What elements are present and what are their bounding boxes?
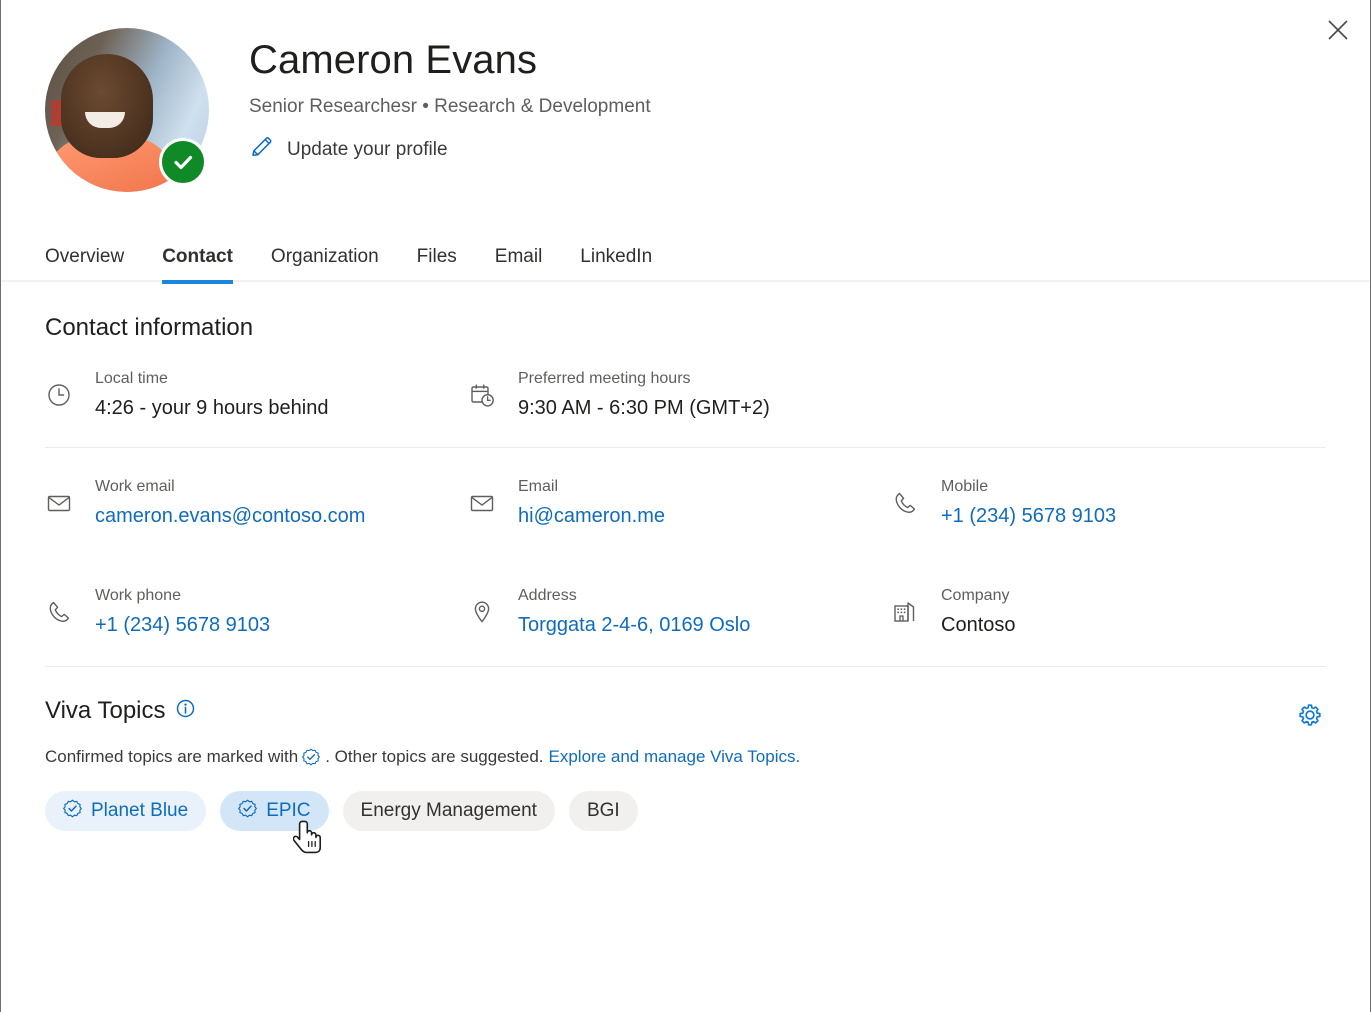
update-profile-link[interactable]: Update your profile xyxy=(249,134,448,165)
viva-topics-chip-list: Planet Blue EPIC Energy Management BGI xyxy=(45,791,1326,854)
viva-topics-section: Viva Topics Confirmed topics are marked … xyxy=(1,667,1370,854)
topic-chip-label: BGI xyxy=(586,800,620,821)
field-work-phone: Work phone +1 (234) 5678 9103 xyxy=(45,557,468,666)
tab-organization[interactable]: Organization xyxy=(271,246,379,282)
update-profile-label: Update your profile xyxy=(287,138,448,160)
field-work-email: Work email cameron.evans@contoso.com xyxy=(45,448,468,557)
viva-topics-description: Confirmed topics are marked with . Other… xyxy=(45,745,1326,769)
field-preferred-meeting-hours: Preferred meeting hours 9:30 AM - 6:30 P… xyxy=(468,342,891,447)
contact-details-grid: Work email cameron.evans@contoso.com Ema… xyxy=(1,448,1370,666)
tab-files[interactable]: Files xyxy=(417,246,457,282)
viva-topics-title: Viva Topics xyxy=(45,697,166,724)
field-company: Company Contoso xyxy=(891,557,1326,666)
field-value[interactable]: +1 (234) 5678 9103 xyxy=(941,501,1116,531)
verified-badge-icon xyxy=(238,799,258,824)
verified-badge-icon xyxy=(302,748,321,766)
viva-topics-settings-button[interactable] xyxy=(1296,703,1324,731)
viva-desc-prefix: Confirmed topics are marked with xyxy=(45,747,299,766)
mail-icon xyxy=(45,476,73,516)
field-label: Company xyxy=(941,587,1010,604)
explore-viva-topics-link[interactable]: Explore and manage Viva Topics. xyxy=(549,745,801,769)
field-label: Mobile xyxy=(941,478,989,495)
topic-chip-label: EPIC xyxy=(266,800,311,821)
field-label: Address xyxy=(518,587,577,604)
viva-topics-header: Viva Topics xyxy=(45,697,1326,725)
topic-chip-label: Energy Management xyxy=(360,800,537,821)
page-title: Cameron Evans xyxy=(249,38,538,82)
field-label: Work email xyxy=(95,478,175,495)
clock-icon xyxy=(45,368,73,408)
field-value[interactable]: Torggata 2-4-6, 0169 Oslo xyxy=(518,610,750,640)
field-label: Work phone xyxy=(95,587,181,604)
field-label: Preferred meeting hours xyxy=(518,370,691,387)
field-value: 9:30 AM - 6:30 PM (GMT+2) xyxy=(518,397,770,419)
field-label: Local time xyxy=(95,370,168,387)
profile-role: Senior Researchesr • Research & Developm… xyxy=(249,96,651,117)
verified-badge-icon xyxy=(63,799,82,824)
tab-email[interactable]: Email xyxy=(495,246,543,282)
phone-icon xyxy=(45,585,73,625)
info-icon[interactable] xyxy=(176,699,195,723)
contact-information-heading: Contact information xyxy=(45,314,254,341)
close-icon xyxy=(1327,19,1349,41)
mail-icon xyxy=(468,476,496,516)
person-card: Cameron Evans Senior Researchesr • Resea… xyxy=(0,0,1371,1012)
field-label: Email xyxy=(518,478,559,495)
pencil-icon xyxy=(249,134,275,165)
topic-chip-energy-management[interactable]: Energy Management xyxy=(342,791,555,831)
tab-bar: Overview Contact Organization Files Emai… xyxy=(1,226,1370,284)
location-pin-icon xyxy=(468,585,496,625)
topic-chip-epic[interactable]: EPIC xyxy=(220,791,329,831)
topic-chip-label: Planet Blue xyxy=(91,800,189,821)
checkmark-icon xyxy=(170,149,196,175)
topic-chip-bgi[interactable]: BGI xyxy=(568,791,638,831)
avatar xyxy=(45,28,209,192)
field-value: Contoso xyxy=(941,614,1016,636)
field-value: 4:26 - your 9 hours behind xyxy=(95,397,329,419)
viva-desc-suffix: . Other topics are suggested. xyxy=(325,747,544,766)
gear-icon xyxy=(1299,703,1321,731)
close-button[interactable] xyxy=(1316,8,1360,52)
presence-badge-available xyxy=(159,138,207,186)
tab-overview[interactable]: Overview xyxy=(45,246,124,282)
building-icon xyxy=(891,585,919,626)
field-email: Email hi@cameron.me xyxy=(468,448,891,557)
profile-identity: Cameron Evans Senior Researchesr • Resea… xyxy=(209,28,651,192)
field-mobile: Mobile +1 (234) 5678 9103 xyxy=(891,448,1326,557)
field-value[interactable]: hi@cameron.me xyxy=(518,501,665,531)
field-value[interactable]: cameron.evans@contoso.com xyxy=(95,501,365,531)
topic-chip-planet-blue[interactable]: Planet Blue xyxy=(45,791,207,831)
profile-header: Cameron Evans Senior Researchesr • Resea… xyxy=(1,0,1370,192)
tab-contact[interactable]: Contact xyxy=(162,246,233,284)
field-value[interactable]: +1 (234) 5678 9103 xyxy=(95,610,270,640)
field-address: Address Torggata 2-4-6, 0169 Oslo xyxy=(468,557,891,666)
field-local-time: Local time 4:26 - your 9 hours behind xyxy=(45,342,468,447)
calendar-clock-icon xyxy=(468,368,496,409)
time-fields-grid: Local time 4:26 - your 9 hours behind Pr… xyxy=(1,342,1370,447)
phone-icon xyxy=(891,476,919,516)
tab-linkedin[interactable]: LinkedIn xyxy=(580,246,652,282)
